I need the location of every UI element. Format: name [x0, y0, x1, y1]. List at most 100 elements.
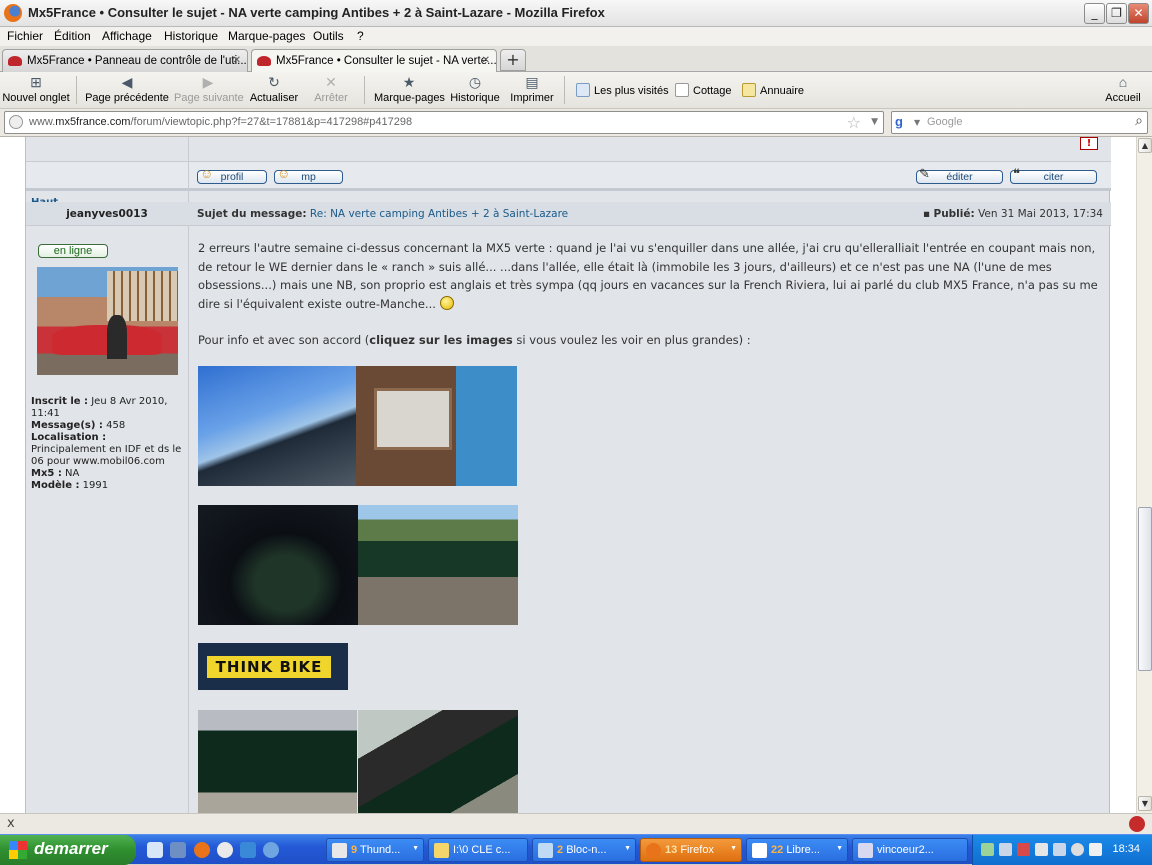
menu-historique[interactable]: Historique [164, 29, 218, 43]
mx5-favicon-icon [8, 56, 22, 66]
history-button[interactable]: ◷ Historique [450, 74, 500, 104]
quote-bubble-icon: ❝ [1013, 166, 1020, 181]
post-subject: Sujet du message: Re: NA verte camping A… [197, 208, 569, 220]
volume-tray-icon[interactable] [1089, 843, 1102, 856]
menu-edition[interactable]: Édition [54, 29, 91, 43]
tab-label: Mx5France • Panneau de contrôle de l'uti… [27, 55, 247, 67]
back-button[interactable]: ◀ Page précédente [85, 74, 169, 104]
bookmark-annuaire[interactable]: Annuaire [742, 83, 804, 97]
home-button[interactable]: ⌂ Accueil [1103, 74, 1143, 104]
engine-dropdown-icon[interactable]: ▼ [914, 118, 920, 127]
tab-consulter-sujet[interactable]: Mx5France • Consulter le sujet - NA vert… [251, 49, 497, 73]
task-libreoffice[interactable]: 22 Libre... ▼ [746, 838, 848, 862]
menu-marque-pages[interactable]: Marque-pages [228, 29, 305, 43]
firefox-quicklaunch-icon[interactable] [194, 842, 210, 858]
search-input[interactable]: g ▼ Google ⌕ [891, 111, 1148, 134]
close-button[interactable]: ✕ [1128, 3, 1149, 24]
task-thunderbird[interactable]: 9 Thund... ▼ [326, 838, 424, 862]
forward-arrow-icon: ▶ [202, 74, 214, 90]
addon-icon[interactable] [1129, 816, 1145, 832]
ie-quicklaunch-icon[interactable] [147, 842, 163, 858]
thunderbird-quicklaunch-icon[interactable] [263, 842, 279, 858]
stop-icon: ✕ [325, 74, 337, 90]
mail-tray-icon[interactable] [981, 843, 994, 856]
navigation-toolbar: ⊞ Nouvel onglet ◀ Page précédente ▶ Page… [0, 72, 1152, 109]
post-image-car-rear[interactable] [198, 710, 357, 813]
ie-edge-quicklaunch-icon[interactable] [240, 842, 256, 858]
document-icon [752, 843, 767, 858]
tab-panneau[interactable]: Mx5France • Panneau de contrôle de l'uti… [2, 49, 248, 72]
home-icon: ⌂ [1118, 74, 1128, 90]
reload-button[interactable]: ↻ Actualiser [249, 74, 299, 104]
media-quicklaunch-icon[interactable] [217, 842, 233, 858]
close-findbar-icon[interactable]: x [7, 816, 15, 831]
monitor-tray-icon[interactable] [1035, 843, 1048, 856]
menu-help[interactable]: ? [357, 29, 364, 43]
report-icon[interactable]: ! [1080, 137, 1098, 150]
post-image-car-bike[interactable] [358, 505, 518, 625]
avatar [37, 267, 178, 375]
url-dropdown-icon[interactable]: ▼ [871, 117, 878, 127]
stop-button[interactable]: ✕ Arrêter [312, 74, 350, 104]
bookmark-star-icon: ★ [402, 74, 416, 90]
menu-outils[interactable]: Outils [313, 29, 344, 43]
print-button[interactable]: ▤ Imprimer [510, 74, 554, 104]
new-tab-button[interactable]: + [500, 49, 526, 71]
post-author[interactable]: jeanyves0013 [26, 208, 188, 220]
bookmarks-button[interactable]: ★ Marque-pages [374, 74, 445, 104]
update-tray-icon[interactable] [1071, 843, 1084, 856]
search-icon[interactable]: ⌕ [1135, 113, 1143, 129]
url-input[interactable]: www.mx5france.com/forum/viewtopic.php?f=… [4, 111, 884, 134]
taskbar: demarrer 9 Thund... ▼ I:\0 CLE c... 2 Bl… [0, 834, 1152, 865]
post-body: 2 erreurs l'autre semaine ci-dessus conc… [198, 241, 1098, 347]
scroll-up-icon[interactable]: ▲ [1138, 138, 1152, 153]
desktop-quicklaunch-icon[interactable] [170, 842, 186, 858]
scroll-thumb[interactable] [1138, 507, 1152, 671]
page-icon [675, 83, 689, 97]
antivirus-tray-icon[interactable] [1017, 843, 1030, 856]
post-image-car-side[interactable] [358, 710, 518, 813]
notepad-icon [538, 843, 553, 858]
mx5-favicon-icon [257, 56, 271, 66]
close-tab-icon[interactable]: ✕ [233, 55, 241, 66]
close-tab-icon[interactable]: ✕ [482, 55, 490, 66]
post-date: ▪ Publié: Ven 31 Mai 2013, 17:34 [923, 208, 1103, 220]
clock-icon: ◷ [468, 74, 482, 90]
restore-button[interactable]: ❐ [1106, 3, 1127, 24]
start-button[interactable]: demarrer [0, 835, 136, 865]
bookmark-star-icon[interactable]: ☆ [847, 113, 861, 132]
think-bike-sign: THINK BIKE [207, 656, 331, 678]
scroll-down-icon[interactable]: ▼ [1138, 796, 1152, 811]
profile-button[interactable]: ☺ profil [197, 166, 267, 184]
task-firefox[interactable]: 13 Firefox ▼ [640, 838, 742, 862]
post-image-car-sky[interactable] [198, 366, 356, 486]
post-image-think-bike[interactable]: THINK BIKE [198, 643, 348, 690]
task-notepad[interactable]: 2 Bloc-n... ▼ [532, 838, 636, 862]
edit-button[interactable]: ✎ éditer [916, 166, 1003, 184]
pencil-icon: ✎ [919, 166, 930, 181]
bookmark-most-visited[interactable]: Les plus visités [576, 83, 669, 97]
task-vincoeur[interactable]: vincoeur2... [852, 838, 968, 862]
connection-tray-icon[interactable] [1053, 843, 1066, 856]
post-image-car-night[interactable] [198, 505, 358, 625]
user-icon: ☺ [200, 166, 214, 181]
menu-affichage[interactable]: Affichage [102, 29, 152, 43]
title-bar: Mx5France • Consulter le sujet - NA vert… [0, 0, 1152, 27]
smiley-icon [439, 295, 454, 310]
minimize-button[interactable]: _ [1084, 3, 1105, 24]
forward-button[interactable]: ▶ Page suivante [174, 74, 244, 104]
post-icon: ▪ [923, 208, 931, 220]
task-explorer[interactable]: I:\0 CLE c... [428, 838, 528, 862]
pm-button[interactable]: ☺ mp [274, 167, 343, 184]
online-status-badge: en ligne [38, 244, 108, 258]
quote-button[interactable]: ❝ citer [1010, 166, 1097, 184]
menu-fichier[interactable]: Fichier [7, 29, 43, 43]
new-tab-toolbar-button[interactable]: ⊞ Nouvel onglet [2, 74, 70, 104]
post-subject-link[interactable]: Re: NA verte camping Antibes + 2 à Saint… [310, 208, 568, 220]
bookmark-cottage[interactable]: Cottage [675, 83, 732, 97]
post-image-mobile-home[interactable] [356, 366, 517, 486]
network-tray-icon[interactable] [999, 843, 1012, 856]
site-identity-icon [9, 115, 23, 129]
vertical-scrollbar[interactable]: ▲ ▼ [1136, 137, 1152, 813]
clock: 18:34 [1112, 843, 1140, 855]
